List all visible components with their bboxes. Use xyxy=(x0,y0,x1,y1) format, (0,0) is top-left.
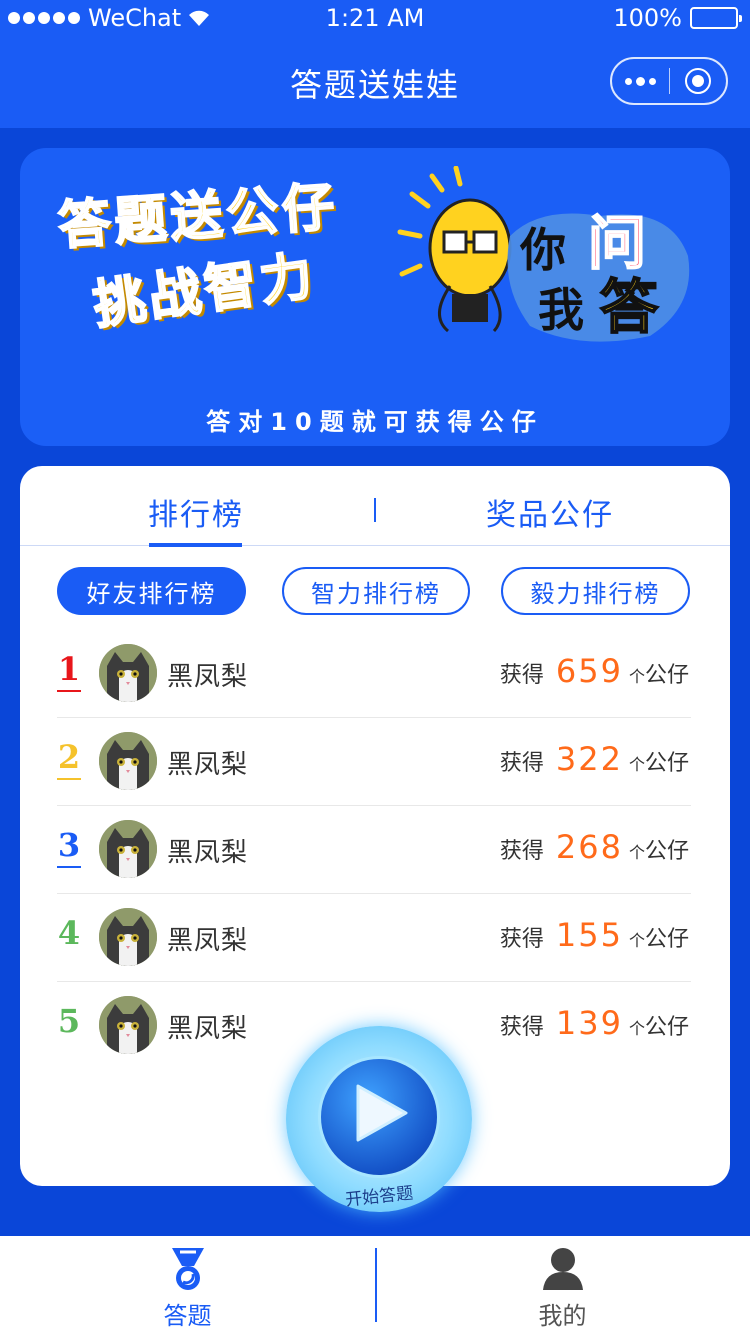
score-prefix: 获得 xyxy=(499,839,544,864)
score-prefix: 获得 xyxy=(499,663,544,688)
filter-intellect-button[interactable]: 智力排行榜 xyxy=(282,567,470,615)
miniprogram-capsule xyxy=(610,57,728,105)
score-count: 268 xyxy=(555,828,623,866)
ranking-row[interactable]: 2 黑凤梨 获得 322 个公仔 xyxy=(57,718,691,806)
tab-divider xyxy=(374,498,376,522)
score-count: 659 xyxy=(555,652,623,690)
score-count: 322 xyxy=(555,740,623,778)
play-icon xyxy=(356,1084,408,1142)
score-prefix: 获得 xyxy=(499,751,544,776)
bottom-tabbar: 答题 我的 xyxy=(0,1236,750,1334)
ranking-row[interactable]: 4 黑凤梨 获得 155 个公仔 xyxy=(57,894,691,982)
qa-wo: 我 xyxy=(538,283,584,337)
avatar xyxy=(99,644,157,702)
battery-percent: 100% xyxy=(613,4,682,32)
score-unit: 个公仔 xyxy=(629,657,689,689)
avatar xyxy=(99,996,157,1054)
tabbar-label-quiz: 答题 xyxy=(163,1302,212,1330)
user-name: 黑凤梨 xyxy=(167,838,249,868)
score-count: 155 xyxy=(555,916,623,954)
unit-item: 公仔 xyxy=(644,1015,689,1040)
qa-logo: 你 问 我 答 xyxy=(500,196,696,348)
tabbar-label-mine: 我的 xyxy=(538,1302,587,1330)
main-tabs: 排行榜 奖品公仔 xyxy=(20,466,730,547)
medal-icon xyxy=(172,1248,204,1290)
user-name: 黑凤梨 xyxy=(167,926,249,956)
tab-prizes[interactable]: 奖品公仔 xyxy=(486,490,614,534)
ranking-row[interactable]: 1 黑凤梨 获得 659 个公仔 xyxy=(57,630,691,718)
unit-measure: 个 xyxy=(628,843,645,862)
unit-item: 公仔 xyxy=(644,751,689,776)
user-name: 黑凤梨 xyxy=(167,662,249,692)
user-name: 黑凤梨 xyxy=(167,750,249,780)
user-icon xyxy=(543,1248,583,1290)
start-quiz-label: 开始答题 xyxy=(344,1183,415,1211)
unit-item: 公仔 xyxy=(644,927,689,952)
score-prefix: 获得 xyxy=(499,1015,544,1040)
rank-number: 5 xyxy=(57,1002,81,1040)
avatar xyxy=(99,908,157,966)
score-group: 获得 155 个公仔 xyxy=(500,916,689,954)
tab-active-indicator xyxy=(149,543,242,547)
score-unit: 个公仔 xyxy=(629,833,689,865)
score-group: 获得 268 个公仔 xyxy=(500,828,689,866)
battery-icon xyxy=(690,7,742,29)
score-unit: 个公仔 xyxy=(629,921,689,953)
rank-number: 2 xyxy=(57,738,81,780)
status-bar: WeChat 1:21 AM 100% xyxy=(0,0,750,36)
score-group: 获得 139 个公仔 xyxy=(500,1004,689,1042)
rank-number: 1 xyxy=(57,650,81,692)
more-icon[interactable] xyxy=(612,59,669,103)
rank-number: 4 xyxy=(57,914,81,952)
ranking-row[interactable]: 3 黑凤梨 获得 268 个公仔 xyxy=(57,806,691,894)
score-unit: 个公仔 xyxy=(629,745,689,777)
unit-measure: 个 xyxy=(628,1019,645,1038)
unit-item: 公仔 xyxy=(644,663,689,688)
tabbar-item-quiz[interactable]: 答题 xyxy=(0,1236,375,1334)
rank-number: 3 xyxy=(57,826,81,868)
unit-measure: 个 xyxy=(628,755,645,774)
header-bar: WeChat 1:21 AM 100% 答题送娃娃 xyxy=(0,0,750,128)
qa-da: 答 xyxy=(599,272,659,342)
score-group: 获得 659 个公仔 xyxy=(500,652,689,690)
score-prefix: 获得 xyxy=(499,927,544,952)
avatar xyxy=(99,820,157,878)
unit-measure: 个 xyxy=(628,931,645,950)
battery-group: 100% xyxy=(613,4,742,32)
score-group: 获得 322 个公仔 xyxy=(500,740,689,778)
ranking-list: 1 黑凤梨 获得 659 个公仔 2 黑凤梨 获得 322 个公仔 3 黑凤梨 xyxy=(57,630,691,1070)
unit-measure: 个 xyxy=(628,667,645,686)
unit-item: 公仔 xyxy=(644,839,689,864)
score-count: 139 xyxy=(555,1004,623,1042)
start-quiz-button[interactable]: 开始答题 xyxy=(286,1026,472,1212)
user-name: 黑凤梨 xyxy=(167,1014,249,1044)
banner-subtitle: 答对10题就可获得公仔 xyxy=(206,408,544,436)
avatar xyxy=(99,732,157,790)
tab-ranking[interactable]: 排行榜 xyxy=(148,490,244,534)
qa-ni: 你 xyxy=(520,223,566,277)
promo-banner[interactable]: 答题送公仔 挑战智力 你 问 我 答 答对10题就可获得公仔 xyxy=(20,148,730,446)
filter-perseverance-button[interactable]: 毅力排行榜 xyxy=(501,567,690,615)
filter-friends-button[interactable]: 好友排行榜 xyxy=(57,567,246,615)
score-unit: 个公仔 xyxy=(629,1009,689,1041)
tabbar-item-mine[interactable]: 我的 xyxy=(375,1236,750,1334)
close-miniprogram-icon[interactable] xyxy=(669,59,726,103)
